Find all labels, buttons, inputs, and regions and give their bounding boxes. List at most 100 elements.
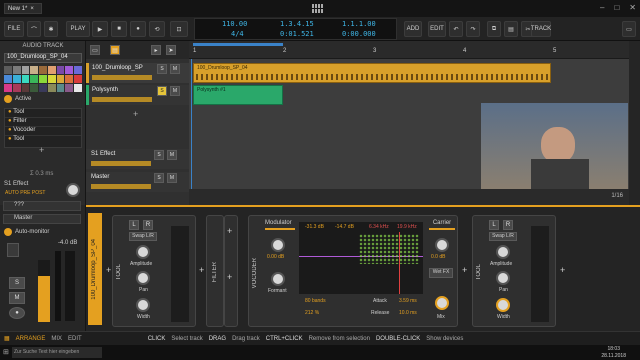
add-button[interactable]: ADD	[404, 21, 422, 37]
track-button[interactable]: TRACK	[531, 21, 551, 37]
punch-icon[interactable]: ⊡	[170, 21, 188, 37]
channel-l-button[interactable]: L	[129, 220, 139, 230]
loop-icon[interactable]: ⟲	[149, 21, 165, 37]
minimize-icon[interactable]: –	[600, 3, 604, 12]
fx-item-vocoder[interactable]: ● Vocoder	[5, 127, 81, 136]
zoom-level[interactable]: 1/16	[611, 193, 623, 199]
width-knob[interactable]	[496, 298, 510, 312]
fx-item-tool-2[interactable]: ● Tool	[5, 136, 81, 145]
volume-fader-track[interactable]	[55, 251, 61, 321]
mute-button[interactable]: M	[170, 86, 180, 96]
width-knob[interactable]	[136, 298, 150, 312]
record-icon[interactable]: ●	[130, 21, 146, 37]
file-button[interactable]: FILE	[4, 21, 24, 37]
project-tab[interactable]: New 1* ×	[4, 3, 42, 14]
track-row-polysynth[interactable]: Polysynth S M	[86, 85, 189, 105]
arrange-view-tab[interactable]: ARRANGE	[16, 336, 46, 342]
fx-item-tool[interactable]: ● Tool	[5, 109, 81, 118]
channel-r-button[interactable]: R	[503, 220, 513, 230]
midi-clip[interactable]: Polysynth #1	[193, 85, 283, 105]
track-volume-bar[interactable]	[91, 161, 151, 166]
redo-icon[interactable]: ↷	[466, 21, 480, 37]
panel-toggle-icon[interactable]: ▭	[622, 21, 636, 37]
stop-icon[interactable]: ■	[111, 21, 127, 37]
track-row-master[interactable]: Master S M	[86, 172, 189, 192]
input-select[interactable]: ???	[3, 201, 81, 211]
add-fx-icon[interactable]: +	[39, 145, 44, 155]
copy-icon[interactable]: ⧉	[487, 21, 501, 37]
carrier-tab[interactable]: Carrier	[429, 220, 455, 230]
channel-l-button[interactable]: L	[489, 220, 499, 230]
arranger-timeline[interactable]: 100_Drumloop_SP_04 Polysynth #1	[189, 59, 629, 189]
windows-start-icon[interactable]: ⊞	[3, 348, 9, 356]
audio-clip[interactable]: 100_Drumloop_SP_04	[193, 63, 551, 83]
track-header-icon[interactable]: ▭	[90, 45, 100, 55]
add-device-icon[interactable]: +	[199, 265, 204, 275]
formant-knob[interactable]	[271, 272, 285, 286]
solo-button[interactable]: S	[9, 277, 25, 289]
edit-view-tab[interactable]: EDIT	[68, 336, 82, 342]
modulator-tab[interactable]: Modulator	[265, 220, 295, 230]
edit-button[interactable]: EDIT	[428, 21, 446, 37]
mute-button[interactable]: M	[167, 173, 177, 183]
play-label-button[interactable]: PLAY	[66, 21, 90, 37]
track-name-field[interactable]: 100_Drumloop_SP_04	[4, 53, 82, 63]
pan-knob[interactable]	[136, 271, 150, 285]
modulator-gain-knob[interactable]	[271, 238, 285, 252]
fx-item-filter[interactable]: ● Filter	[5, 118, 81, 127]
track-volume-bar[interactable]	[92, 97, 152, 102]
amplitude-knob[interactable]	[136, 245, 150, 259]
tempo-value[interactable]: 110.00	[222, 20, 247, 28]
solo-button[interactable]: S	[154, 150, 164, 160]
attack-value[interactable]: 3.59 ms	[399, 298, 417, 304]
solo-button[interactable]: S	[157, 64, 167, 74]
loop-start-time[interactable]: 0:00.000	[342, 30, 376, 38]
expand-icon[interactable]: ▸	[151, 45, 161, 55]
vocoder-spectrum[interactable]: -31.3 dB -14.7 dB 6.34 kHz 19.9 kHz	[299, 222, 423, 294]
undo-history-icon[interactable]: ⌒	[27, 21, 41, 37]
add-device-icon[interactable]: +	[106, 265, 111, 275]
release-value[interactable]: 10.0 ms	[399, 310, 417, 316]
playhead[interactable]	[191, 59, 192, 189]
play-position-beats[interactable]: 1.3.4.15	[280, 20, 314, 28]
solo-button[interactable]: S	[157, 86, 167, 96]
pointer-tool-icon[interactable]: ➤	[166, 45, 176, 55]
window-close-icon[interactable]: ✕	[629, 3, 636, 12]
add-device-icon[interactable]: +	[462, 265, 467, 275]
arrange-icon[interactable]: ▦	[4, 335, 10, 342]
track-row-drumloop[interactable]: 100_Drumloop_SP S M	[86, 63, 189, 83]
play-icon[interactable]: ▶	[92, 21, 108, 37]
percent-value[interactable]: 212 %	[305, 310, 319, 316]
clip-launcher-icon[interactable]: ▤	[110, 45, 120, 55]
fader-cap[interactable]	[7, 243, 19, 257]
taskbar-search[interactable]: Zur Suche Text hier eingeben	[12, 347, 102, 358]
add-device-icon[interactable]: +	[560, 265, 565, 275]
play-position-time[interactable]: 0:01.521	[280, 30, 314, 38]
add-device-icon[interactable]: +	[227, 272, 232, 282]
monitor-icon[interactable]	[4, 228, 12, 236]
send-level-knob[interactable]	[66, 183, 80, 197]
settings-icon[interactable]: ✱	[44, 21, 58, 37]
mix-view-tab[interactable]: MIX	[51, 336, 62, 342]
amplitude-knob[interactable]	[496, 245, 510, 259]
solo-button[interactable]: S	[154, 173, 164, 183]
swap-lr-button[interactable]: Swap L/R	[129, 232, 157, 241]
track-volume-bar[interactable]	[92, 75, 152, 80]
mix-knob[interactable]	[435, 296, 449, 310]
output-select[interactable]: Master	[3, 214, 81, 224]
pan-knob[interactable]	[496, 271, 510, 285]
arm-record-button[interactable]: ●	[9, 307, 25, 319]
track-volume-bar[interactable]	[91, 184, 151, 189]
track-color-palette[interactable]	[4, 66, 82, 92]
active-toggle-icon[interactable]	[4, 95, 12, 103]
vertical-scrollbar[interactable]	[629, 41, 640, 205]
undo-icon[interactable]: ↶	[449, 21, 463, 37]
add-device-icon[interactable]: +	[227, 226, 232, 236]
maximize-icon[interactable]: □	[614, 3, 619, 12]
loop-start-beats[interactable]: 1.1.1.00	[342, 20, 376, 28]
paste-icon[interactable]: ▤	[504, 21, 518, 37]
channel-r-button[interactable]: R	[143, 220, 153, 230]
send-mode-label[interactable]: AUTO PRE POST	[5, 190, 45, 196]
add-track-icon[interactable]: +	[133, 109, 138, 119]
mute-button[interactable]: M	[9, 292, 25, 304]
